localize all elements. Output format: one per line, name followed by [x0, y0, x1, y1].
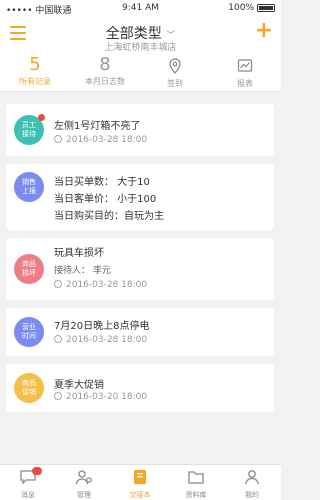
notification-badge: [32, 467, 42, 475]
stat-value: 8: [99, 54, 111, 75]
status-bar: ••••• 中国联通 9:41 AM 100%: [0, 0, 281, 18]
category-tag-line: 营业: [22, 323, 36, 331]
card-line: 当日买单数： 大于10: [54, 177, 150, 188]
clock-icon: [54, 135, 62, 143]
card-line: 当日客单价： 小于100: [54, 194, 157, 205]
category-tag-line: 促销: [22, 388, 36, 396]
notebook-icon: [134, 470, 146, 484]
tab-profile[interactable]: 我的: [224, 469, 280, 500]
battery-indicator: 100%: [228, 3, 275, 13]
stats-bar: 5 所有记录 8 本月日志数 签到 报表: [0, 54, 281, 92]
tab-label: 管理: [77, 491, 91, 499]
add-icon[interactable]: +: [255, 20, 273, 42]
category-badge: 商品 促销: [14, 373, 44, 403]
folder-icon: [188, 471, 204, 484]
category-tag-line: 商品: [22, 260, 36, 268]
category-tag-line: 损坏: [22, 269, 36, 277]
stat-label: 所有记录: [19, 77, 51, 86]
tab-messages[interactable]: 消息: [0, 469, 56, 500]
card-line: 当日购买目的：自玩为主: [54, 211, 164, 222]
category-badge: 销售 上报: [14, 172, 44, 202]
card-date-text: 2016-03-28 18:00: [66, 335, 148, 345]
list-item[interactable]: 员工 接待 左侧1号灯箱不亮了 2016-03-28 18:00: [6, 104, 274, 156]
card-title: 7月20日晚上8点停电: [54, 321, 150, 332]
card-date-text: 2016-03-20 18:00: [66, 392, 148, 402]
stat-value: 5: [29, 54, 41, 75]
tab-label: 资料库: [185, 491, 207, 499]
header: 全部类型 ﹀ 上海虹桥南丰城店 +: [0, 18, 281, 54]
category-badge: 商品 损坏: [14, 254, 44, 284]
user-gear-icon: [75, 470, 92, 485]
card-date: 2016-03-28 18:00: [54, 280, 147, 290]
stat-all-records[interactable]: 5 所有记录: [0, 54, 70, 87]
stat-label: 签到: [167, 79, 183, 88]
category-tag-line: 员工: [22, 121, 36, 129]
card-person: 接待人： 李元: [54, 266, 111, 276]
person-icon: [245, 470, 259, 485]
tab-manage[interactable]: 管理: [56, 469, 112, 500]
card-title: 夏季大促销: [54, 380, 104, 391]
card-date-text: 2016-03-28 18:00: [66, 135, 148, 145]
card-title: 左侧1号灯箱不亮了: [54, 121, 141, 132]
category-tag-line: 商品: [22, 379, 36, 387]
list-item[interactable]: 商品 损坏 玩具车损坏 接待人： 李元 2016-03-28 18:00: [6, 238, 274, 300]
stat-label: 本月日志数: [85, 77, 125, 86]
chart-icon: [237, 59, 253, 72]
card-date: 2016-03-28 18:00: [54, 135, 147, 145]
category-badge: 营业 时间: [14, 317, 44, 347]
list-item[interactable]: 营业 时间 7月20日晚上8点停电 2016-03-28 18:00: [6, 308, 274, 356]
battery-icon: [257, 4, 275, 12]
clock-icon: [54, 280, 62, 288]
tab-library[interactable]: 资料库: [168, 469, 224, 500]
category-tag-line: 时间: [22, 332, 36, 340]
list-item[interactable]: 商品 促销 夏季大促销 2016-03-20 18:00: [6, 364, 274, 412]
clock-icon: [54, 335, 62, 343]
list-item[interactable]: 销售 上报 当日买单数： 大于10 当日客单价： 小于100 当日购买目的：自玩…: [6, 164, 274, 230]
stat-checkin[interactable]: 签到: [140, 54, 210, 89]
category-tag-line: 销售: [22, 178, 36, 186]
tab-label: 交接本: [129, 491, 151, 499]
store-name: 上海虹桥南丰城店: [104, 43, 177, 53]
card-date-text: 2016-03-28 18:00: [66, 280, 148, 290]
battery-percent: 100%: [228, 3, 254, 13]
category-tag-line: 接待: [22, 130, 36, 138]
clock-icon: [54, 392, 62, 400]
card-date: 2016-03-28 18:00: [54, 335, 147, 345]
tab-bar: 消息 管理 交接本 资料库 我的: [0, 464, 281, 500]
stat-label: 报表: [237, 79, 253, 88]
tab-label: 我的: [245, 491, 259, 499]
card-title: 玩具车损坏: [54, 248, 104, 259]
tab-label: 消息: [21, 491, 35, 499]
stat-report[interactable]: 报表: [210, 54, 280, 89]
unread-dot: [38, 114, 45, 121]
tab-handover[interactable]: 交接本: [112, 469, 168, 500]
stat-monthly-logs[interactable]: 8 本月日志数: [70, 54, 140, 87]
location-pin-icon: [169, 58, 181, 74]
category-tag-line: 上报: [22, 187, 36, 195]
card-date: 2016-03-20 18:00: [54, 392, 147, 402]
